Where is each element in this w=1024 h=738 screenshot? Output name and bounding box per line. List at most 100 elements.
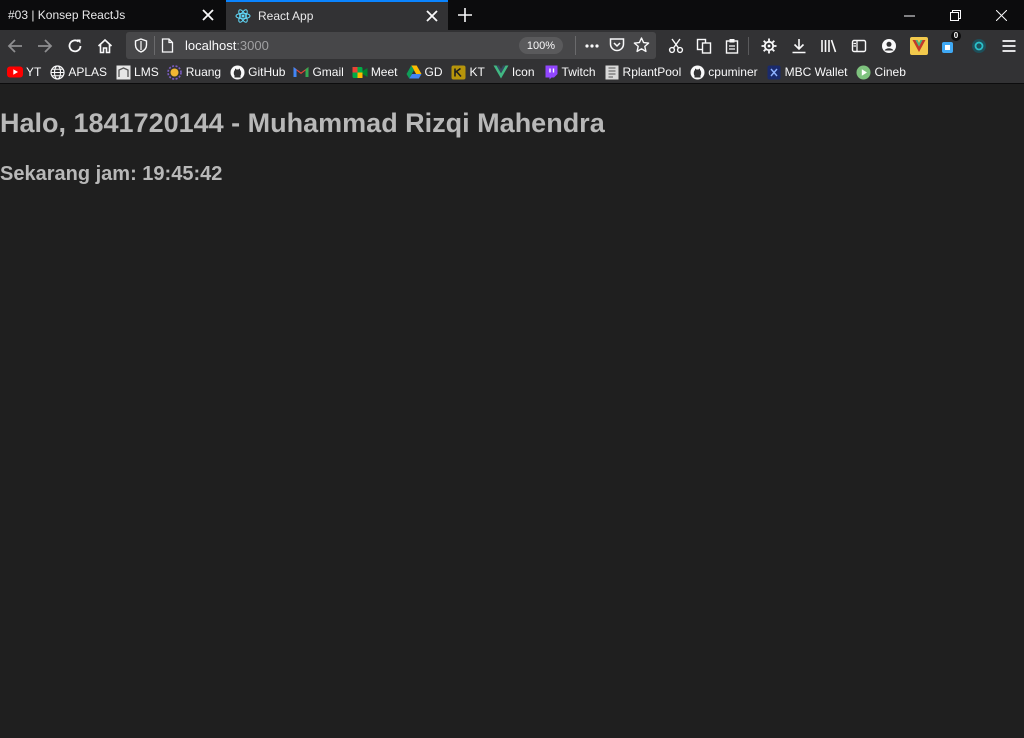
tab-title: React App xyxy=(258,9,314,23)
bookmark-star-icon[interactable] xyxy=(633,37,650,53)
bookmark-github[interactable]: GitHub xyxy=(229,62,285,82)
tab-strip: #03 | Konsep ReactJs React App xyxy=(0,0,1024,30)
rplant-icon xyxy=(604,64,620,80)
library-button[interactable] xyxy=(816,33,842,59)
close-tab-icon[interactable] xyxy=(420,4,444,28)
url-text[interactable]: localhost:3000 xyxy=(185,38,269,53)
browser-window: #03 | Konsep ReactJs React App localhost… xyxy=(0,0,1024,738)
bookmark-twitch[interactable]: Twitch xyxy=(543,62,596,82)
bookmark-label: Gmail xyxy=(312,65,344,79)
arrow-right-icon xyxy=(38,39,53,53)
react-icon xyxy=(235,8,251,24)
more-actions-icon[interactable] xyxy=(584,38,600,54)
minimize-icon xyxy=(903,15,915,16)
url-host: localhost xyxy=(185,38,237,53)
url-divider xyxy=(575,36,576,55)
account-button[interactable] xyxy=(876,33,902,59)
bookmark-label: Cineb xyxy=(874,65,906,79)
tab-react-app[interactable]: React App xyxy=(226,0,448,30)
reload-icon xyxy=(68,39,82,53)
github-icon xyxy=(689,64,705,80)
new-tab-button[interactable] xyxy=(452,3,478,27)
bookmark-cineb[interactable]: Cineb xyxy=(856,62,906,82)
teal-extension[interactable] xyxy=(966,33,992,59)
bookmark-label: Meet xyxy=(370,65,398,79)
greeting-heading: Halo, 1841720144 - Muhammad Rizqi Mahend… xyxy=(0,108,605,138)
cineb-icon xyxy=(856,64,872,80)
url-port: :3000 xyxy=(236,38,269,53)
reload-button[interactable] xyxy=(62,33,88,59)
youtube-icon xyxy=(7,64,23,80)
close-window-button[interactable] xyxy=(978,0,1024,30)
bookmark-label: LMS xyxy=(134,65,159,79)
zoom-indicator[interactable]: 100% xyxy=(519,37,563,54)
clipboard-icon xyxy=(725,39,739,54)
clock-heading: Sekarang jam: 19:45:42 xyxy=(0,163,223,185)
sidebar-icon xyxy=(851,39,867,53)
navigation-toolbar: localhost:3000 100% 0 xyxy=(0,30,1024,61)
bookmark-label: RplantPool xyxy=(622,65,682,79)
bookmarks-toolbar: YT APLAS LMS Ruang GitHub Gmail Meet GD xyxy=(0,61,1024,84)
gmail-icon xyxy=(293,64,309,80)
arrow-left-icon xyxy=(7,39,22,53)
minimize-button[interactable] xyxy=(886,0,932,30)
plus-icon xyxy=(458,8,472,22)
home-icon xyxy=(97,38,113,54)
hamburger-menu-icon xyxy=(1002,40,1016,52)
lms-icon xyxy=(115,64,131,80)
settings-button[interactable] xyxy=(756,33,782,59)
address-bar[interactable]: localhost:3000 100% xyxy=(126,32,656,59)
close-icon xyxy=(995,9,1007,21)
google-drive-icon xyxy=(406,64,422,80)
bookmark-label: MBC Wallet xyxy=(784,65,848,79)
forward-button[interactable] xyxy=(32,33,58,59)
bookmark-lms[interactable]: LMS xyxy=(115,62,159,82)
bookmark-gd[interactable]: GD xyxy=(406,62,443,82)
page-icon[interactable] xyxy=(161,38,174,53)
tab-konsep-reactjs[interactable]: #03 | Konsep ReactJs xyxy=(0,0,224,30)
mbc-icon xyxy=(766,64,782,80)
gear-icon xyxy=(761,38,777,54)
bookmark-yt[interactable]: YT xyxy=(7,62,41,82)
circle-extension-icon xyxy=(972,39,986,53)
close-tab-icon[interactable] xyxy=(196,3,220,27)
downloads-button[interactable] xyxy=(786,33,812,59)
bookmark-label: KT xyxy=(469,65,485,79)
home-button[interactable] xyxy=(92,33,118,59)
vue-icon xyxy=(493,64,509,80)
meet-icon xyxy=(352,64,368,80)
shield-icon[interactable] xyxy=(134,38,148,53)
menu-button[interactable] xyxy=(996,33,1022,59)
bookmark-aplas[interactable]: APLAS xyxy=(49,62,107,82)
bookmark-label: GD xyxy=(424,65,443,79)
notification-extension[interactable]: 0 xyxy=(936,31,962,59)
cut-button[interactable] xyxy=(663,33,689,59)
pocket-icon[interactable] xyxy=(609,37,625,53)
bookmark-label: Icon xyxy=(511,65,535,79)
tab-title: #03 | Konsep ReactJs xyxy=(8,8,126,22)
bookmark-gmail[interactable]: Gmail xyxy=(293,62,344,82)
bookmark-rplantpool[interactable]: RplantPool xyxy=(604,62,682,82)
bookmark-ruang[interactable]: Ruang xyxy=(167,62,221,82)
github-icon xyxy=(229,64,245,80)
sidebar-button[interactable] xyxy=(846,33,872,59)
bookmark-label: GitHub xyxy=(248,65,286,79)
back-button[interactable] xyxy=(2,33,28,59)
restore-icon xyxy=(949,9,961,21)
paste-button[interactable] xyxy=(719,33,745,59)
copy-button[interactable] xyxy=(691,33,717,59)
ruang-icon xyxy=(167,64,183,80)
bookmark-kt[interactable]: KT xyxy=(451,62,485,82)
vue-devtools-extension[interactable] xyxy=(906,33,932,59)
restore-button[interactable] xyxy=(932,0,978,30)
twitch-icon xyxy=(543,64,559,80)
bookmark-label: Ruang xyxy=(185,65,222,79)
url-divider xyxy=(154,36,155,55)
bookmark-meet[interactable]: Meet xyxy=(352,62,398,82)
toolbar-divider xyxy=(748,37,749,55)
library-icon xyxy=(821,39,837,53)
bookmark-cpuminer[interactable]: cpuminer xyxy=(689,62,758,82)
bookmark-mbc-wallet[interactable]: MBC Wallet xyxy=(766,62,848,82)
kt-icon xyxy=(451,64,467,80)
bookmark-icon[interactable]: Icon xyxy=(493,62,535,82)
